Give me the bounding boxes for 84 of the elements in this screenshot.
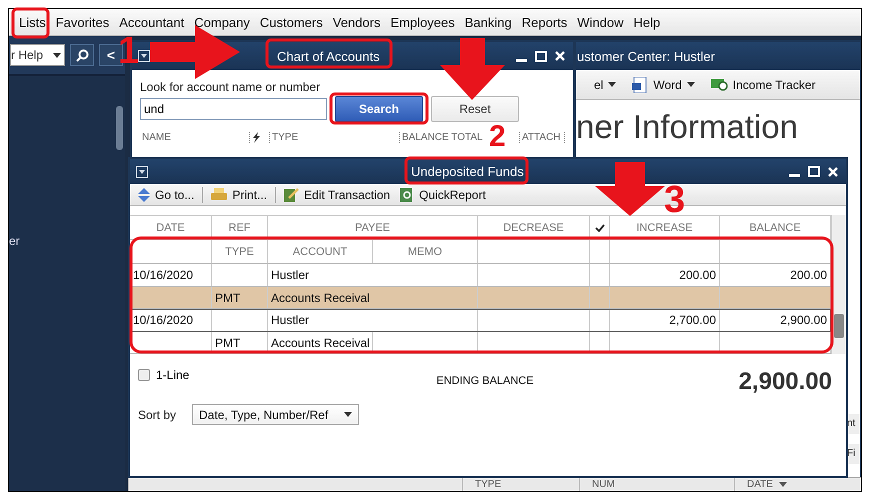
menu-item[interactable]: Reports xyxy=(516,14,572,30)
payee-cell: Hustler xyxy=(268,309,478,331)
sort-dropdown[interactable]: Date, Type, Number/Ref xyxy=(192,404,360,425)
close-icon[interactable] xyxy=(828,166,838,176)
column-header: PAYEE xyxy=(268,216,478,239)
menu-item[interactable]: Vendors xyxy=(328,14,386,30)
menu-item[interactable]: Customers xyxy=(254,14,328,30)
search-label: Look for account name or number xyxy=(140,80,322,94)
date-cell: 10/16/2020 xyxy=(130,264,212,286)
column-header[interactable]: NAME xyxy=(140,132,250,143)
caret-icon xyxy=(344,412,352,417)
window-title: ustomer Center: Hustler xyxy=(577,48,715,64)
toolbar-button[interactable]: QuickReport xyxy=(398,188,488,202)
close-icon[interactable] xyxy=(555,51,565,61)
down-arrow xyxy=(440,38,505,100)
amount-cell: 2,700.00 xyxy=(610,309,720,331)
column-header: DECREASE xyxy=(478,216,590,239)
caret-icon xyxy=(608,82,616,87)
ending-balance-value: 2,900.00 xyxy=(738,368,832,396)
pencil-page-icon xyxy=(284,188,300,202)
column-header[interactable]: ATTACH xyxy=(520,132,565,143)
lightning-icon xyxy=(252,132,261,143)
menu-item[interactable]: Lists xyxy=(14,14,51,30)
column-header: MEMO xyxy=(373,240,478,263)
toolbar-button[interactable]: Edit Transaction xyxy=(282,188,392,202)
menu-item[interactable]: Banking xyxy=(460,14,517,30)
diamond-arrows-icon xyxy=(138,188,150,202)
account-cell: Accounts Receival xyxy=(268,332,373,353)
column-header: DATE xyxy=(130,216,212,239)
one-line-checkbox[interactable]: 1-Line xyxy=(138,368,385,382)
column-header[interactable]: TYPE xyxy=(270,132,400,143)
maximize-icon[interactable] xyxy=(535,50,547,62)
account-cell: Accounts Receival xyxy=(268,287,478,308)
type-cell: PMT xyxy=(212,287,268,308)
search-button[interactable]: Search xyxy=(335,96,423,122)
amount-cell: 200.00 xyxy=(610,264,720,286)
caret-icon xyxy=(53,52,61,58)
help-search-field[interactable]: r Help xyxy=(10,44,65,66)
menu-item[interactable]: Window xyxy=(572,14,629,30)
search-input[interactable]: und xyxy=(140,98,327,120)
menu-item[interactable]: Company xyxy=(189,14,255,30)
checkmark-icon xyxy=(594,224,604,232)
side-text: er xyxy=(9,234,20,248)
menu-item[interactable]: Employees xyxy=(385,14,460,30)
scrollbar-thumb[interactable] xyxy=(116,106,123,150)
window-title: Chart of Accounts xyxy=(277,48,380,64)
sort-label: Sort by xyxy=(138,408,176,422)
column-header: ACCOUNT xyxy=(268,240,373,263)
ending-balance-label: ENDING BALANCE xyxy=(435,375,535,387)
transaction-row[interactable]: PMT Accounts Receival xyxy=(130,287,831,309)
maximize-icon[interactable] xyxy=(808,166,820,177)
toolbar-button[interactable]: Go to... xyxy=(136,188,196,202)
caret-icon xyxy=(686,82,695,87)
printer-icon xyxy=(211,188,228,202)
down-arrow xyxy=(595,162,665,216)
page-heading: ner Information xyxy=(576,107,799,146)
search-button[interactable] xyxy=(70,44,94,66)
search-icon xyxy=(76,48,88,62)
toolbar-button[interactable]: Income Tracker xyxy=(708,77,818,92)
column-header: INCREASE xyxy=(610,216,720,239)
money-magnifier-icon xyxy=(710,77,728,92)
toolbar-button[interactable]: Word xyxy=(630,76,697,92)
date-cell: 10/16/2020 xyxy=(130,309,212,331)
window-menu-icon[interactable] xyxy=(138,50,150,62)
reset-button[interactable]: Reset xyxy=(431,96,519,122)
menu-item[interactable]: Help xyxy=(628,14,666,30)
highlight-box xyxy=(12,8,50,38)
payee-cell: Hustler xyxy=(268,264,478,286)
toolbar-button[interactable]: Print... xyxy=(209,188,270,202)
cut-off-text: Fi xyxy=(847,444,860,464)
scrollbar-thumb[interactable] xyxy=(834,314,844,338)
menu-item[interactable]: Accountant xyxy=(114,14,190,30)
type-cell: PMT xyxy=(212,332,268,353)
amount-cell: 200.00 xyxy=(720,264,831,286)
window-menu-icon[interactable] xyxy=(136,166,148,178)
menu-item[interactable]: Favorites xyxy=(50,14,114,30)
magnifier-page-icon xyxy=(400,188,414,202)
document-icon xyxy=(632,76,648,92)
amount-cell: 2,900.00 xyxy=(720,309,831,331)
column-header: TYPE xyxy=(212,240,268,263)
column-header: REF xyxy=(212,216,268,239)
sort-icon xyxy=(778,482,787,487)
toolbar-button[interactable]: el xyxy=(592,78,618,92)
window-title: Undeposited Funds xyxy=(411,164,524,179)
